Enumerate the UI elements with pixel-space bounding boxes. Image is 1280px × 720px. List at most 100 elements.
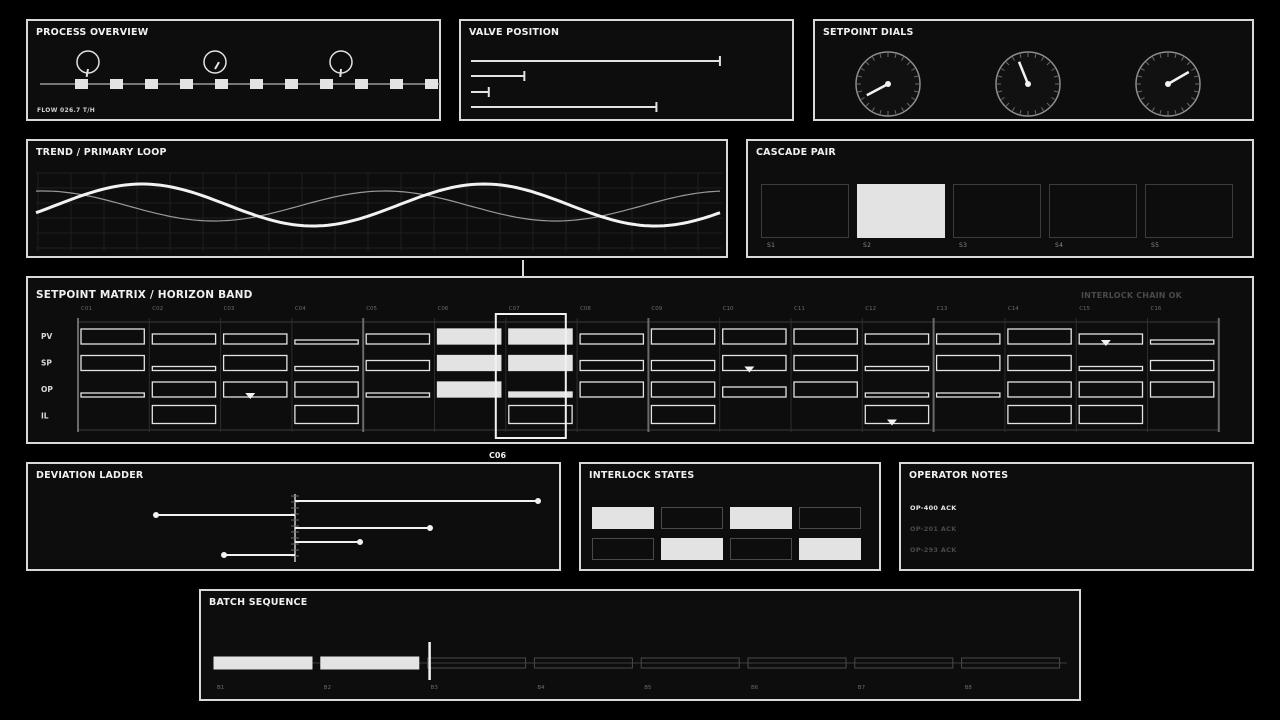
batch-sequence-graphic: B1 B2 B3 B4 B5 B6 B7 B8	[213, 642, 1067, 691]
gauge-2-ring	[203, 50, 227, 74]
batch-step-label-b1: B1	[217, 685, 224, 691]
batch-step-label-b3: B3	[431, 685, 439, 691]
interlock-state-1-3[interactable]	[730, 507, 792, 529]
dial-3-hub	[1165, 81, 1171, 87]
matrix-cell-op-c03	[222, 381, 288, 398]
deviation-bar-5-end	[221, 552, 227, 558]
matrix-column-label-c16: C16	[1151, 306, 1162, 312]
process-block-9	[355, 79, 368, 89]
matrix-cell-sp-c15	[1078, 365, 1144, 372]
operator-note-2[interactable]: OP-201 ACK	[910, 525, 957, 533]
matrix-cell-pv-c01	[80, 328, 145, 345]
matrix-cell-sp-c14	[1007, 354, 1072, 372]
batch-step-b1	[213, 656, 313, 670]
matrix-marker-1	[245, 393, 256, 400]
matrix-cell-sp-c07	[508, 354, 573, 372]
matrix-cell-il-c09	[650, 404, 716, 425]
matrix-column-label-c03: C03	[224, 306, 235, 312]
matrix-marker-2	[744, 366, 755, 373]
matrix-cell-sp-c02	[151, 365, 217, 372]
gauge-1-needle	[85, 68, 89, 78]
operator-note-3[interactable]: OP-293 ACK	[910, 546, 957, 554]
matrix-cell-il-c07	[508, 404, 573, 425]
interlock-state-1-2[interactable]	[661, 507, 723, 529]
matrix-cell-pv-c07	[508, 328, 573, 345]
process-block-11	[425, 79, 438, 89]
matrix-column-label-c09: C09	[651, 306, 662, 312]
deviation-bar-2-end	[153, 512, 159, 518]
interlock-state-2-2[interactable]	[661, 538, 723, 560]
matrix-cell-op-c04	[294, 381, 359, 398]
operator-notes-title: OPERATOR NOTES	[909, 470, 1009, 481]
matrix-marker-3	[886, 419, 897, 426]
matrix-row-label-sp: SP	[41, 359, 52, 368]
interlock-state-1-4[interactable]	[799, 507, 861, 529]
deviation-bar-4-end	[357, 539, 363, 545]
deviation-bar-1-end	[535, 498, 541, 504]
interlock-state-1-1[interactable]	[592, 507, 654, 529]
process-block-6	[250, 79, 263, 89]
process-block-4	[180, 79, 193, 89]
flow-readout: FLOW 026.7 T/H	[37, 107, 96, 114]
operator-note-1[interactable]: OP-400 ACK	[910, 504, 957, 512]
matrix-cell-pv-c03	[222, 333, 288, 345]
matrix-column-label-c14: C14	[1008, 306, 1019, 312]
dial-1-hub	[885, 81, 891, 87]
interlock-state-2-3[interactable]	[730, 538, 792, 560]
matrix-cell-sp-c01	[80, 354, 145, 372]
matrix-cell-op-c11	[793, 381, 858, 398]
matrix-cell-pv-c04	[294, 339, 359, 345]
matrix-cell-op-c05	[365, 392, 431, 398]
cascade-slot-label: S1	[767, 242, 776, 249]
matrix-cell-op-c02	[151, 381, 217, 398]
matrix-column-label-c13: C13	[937, 306, 948, 312]
cascade-slot-s1[interactable]	[761, 184, 849, 238]
process-block-2	[110, 79, 123, 89]
matrix-column-label-c10: C10	[723, 306, 734, 312]
matrix-cell-il-c14	[1007, 404, 1072, 425]
interlock-state-2-1[interactable]	[592, 538, 654, 560]
process-overview-panel: PROCESS OVERVIEW FLOW 026.7 T/H	[26, 19, 441, 121]
matrix-cell-op-c06	[436, 381, 502, 398]
batch-step-label-b4: B4	[537, 685, 545, 691]
trend-graphic	[35, 172, 722, 251]
process-block-3	[145, 79, 158, 89]
batch-sequence-panel: BATCH SEQUENCE B1 B2 B3 B4 B5 B6 B7 B8	[199, 589, 1081, 701]
cascade-slot-s4[interactable]	[1049, 184, 1137, 238]
matrix-cell-pv-c08	[579, 333, 645, 345]
matrix-column-label-c15: C15	[1079, 306, 1090, 312]
matrix-cell-sp-c09	[650, 359, 716, 372]
matrix-column-label-c12: C12	[865, 306, 876, 312]
cascade-slot-s3[interactable]	[953, 184, 1041, 238]
matrix-cell-op-c09	[650, 381, 716, 398]
matrix-cell-pv-c11	[793, 328, 858, 345]
interlock-state-2-4[interactable]	[799, 538, 861, 560]
deviation-bar-3-end	[427, 525, 433, 531]
cascade-slot-s2[interactable]	[857, 184, 945, 238]
matrix-cell-sp-c04	[294, 365, 359, 372]
setpoint-matrix-grid[interactable]: C01 C02 C03 C04 C05 C06 C07 C08 C09 C10 C11 C12 C13 C…	[28, 278, 1256, 446]
valve-position-panel: VALVE POSITION	[459, 19, 794, 121]
matrix-cell-il-c04	[294, 404, 359, 425]
matrix-cell-sp-c13	[935, 354, 1001, 372]
batch-step-label-b2: B2	[324, 685, 331, 691]
matrix-cell-sp-c16	[1149, 359, 1215, 372]
matrix-cell-il-c12	[864, 404, 930, 425]
matrix-cell-pv-c16	[1149, 339, 1215, 345]
selected-column-label: C06	[489, 451, 507, 460]
matrix-cell-pv-c15	[1078, 333, 1144, 345]
batch-step-label-b6: B6	[751, 685, 759, 691]
batch-step-b2	[320, 656, 420, 670]
interlock-states-title: INTERLOCK STATES	[589, 470, 695, 481]
matrix-cell-sp-c08	[579, 359, 645, 372]
matrix-cell-pv-c02	[151, 333, 217, 345]
matrix-cell-op-c15	[1078, 381, 1144, 398]
gauge-3-needle	[339, 68, 342, 78]
cascade-slot-s5[interactable]	[1145, 184, 1233, 238]
deviation-ladder-panel: DEVIATION LADDER	[26, 462, 561, 571]
matrix-cell-pv-c14	[1007, 328, 1072, 345]
matrix-column-label-c05: C05	[366, 306, 377, 312]
matrix-column-label-c04: C04	[295, 306, 306, 312]
interlock-states-panel: INTERLOCK STATES	[579, 462, 881, 571]
setpoint-matrix-panel: SETPOINT MATRIX / HORIZON BAND INTERLOCK…	[26, 276, 1254, 444]
